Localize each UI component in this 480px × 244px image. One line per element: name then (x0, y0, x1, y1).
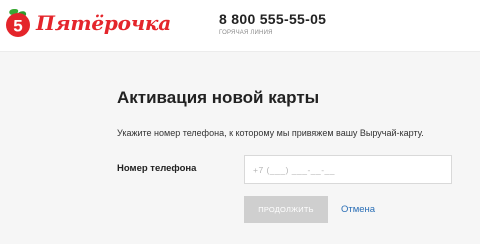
brand-name: Пятёрочка (36, 11, 172, 35)
site-header: 5 Пятёрочка 8 800 555-55-05 ГОРЯЧАЯ ЛИНИ… (0, 0, 480, 52)
svg-text:5: 5 (13, 17, 22, 36)
hotline-caption: ГОРЯЧАЯ ЛИНИЯ (219, 30, 273, 36)
hotline-block: 8 800 555-55-05 ГОРЯЧАЯ ЛИНИЯ (219, 11, 326, 36)
pyaterochka-logo-icon: 5 (6, 9, 30, 37)
hotline-phone[interactable]: 8 800 555-55-05 (219, 11, 326, 27)
phone-input[interactable] (244, 155, 452, 184)
continue-button[interactable]: Продолжить (244, 196, 328, 223)
phone-field-label: Номер телефона (117, 163, 197, 174)
cancel-link[interactable]: Отмена (341, 204, 375, 215)
page-title: Активация новой карты (117, 88, 320, 107)
brand-logo[interactable]: 5 Пятёрочка (4, 6, 171, 40)
form-hint: Укажите номер телефона, к которому мы пр… (117, 128, 424, 138)
